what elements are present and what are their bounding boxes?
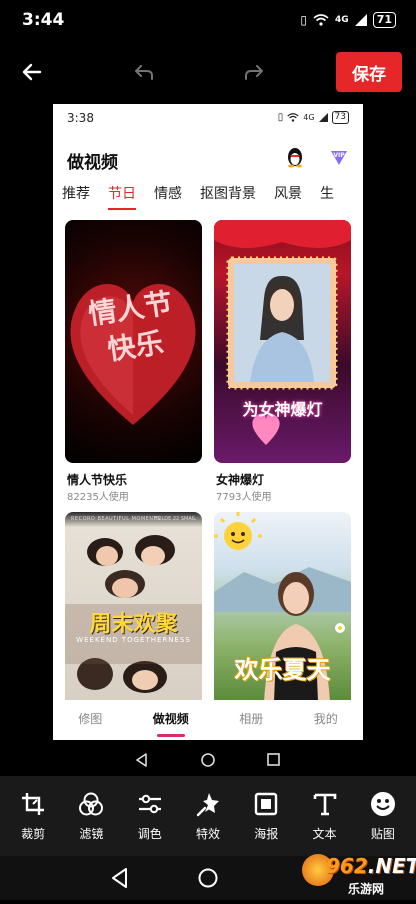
signal-label: 4G (335, 15, 349, 25)
preview-vibrate-icon: ▯ (277, 112, 284, 123)
tool-label: 特效 (195, 826, 220, 841)
photo-frame-artwork (214, 220, 351, 445)
watermark-logo: 962.NET 乐游网 (300, 852, 416, 900)
tool-filter[interactable]: 滤镜 (66, 791, 116, 842)
tab-festival[interactable]: 节日 (99, 184, 145, 212)
watermark-sub: 乐游网 (348, 882, 385, 896)
tab-emotion[interactable]: 情感 (145, 184, 191, 212)
adjust-icon (138, 794, 161, 813)
qq-penguin-icon (284, 146, 306, 168)
preview-nav-icons (136, 753, 280, 767)
tab-recommend[interactable]: 推荐 (53, 184, 99, 212)
vip-icon: VIP (329, 148, 349, 166)
card-art-text: 欢乐夏天 (234, 656, 331, 684)
status-time: 3:44 (22, 10, 65, 30)
tool-label: 裁剪 (21, 826, 46, 841)
poster-icon (255, 792, 278, 815)
template-card-summer[interactable]: 欢乐夏天 (214, 512, 351, 702)
effects-icon (196, 792, 219, 816)
tool-label: 海报 (254, 826, 279, 841)
tool-adjust[interactable]: 调色 (125, 791, 175, 842)
preview-system-nav (0, 746, 416, 774)
tool-label: 调色 (137, 826, 162, 841)
battery-indicator: 71 (372, 12, 396, 28)
vibrate-icon: ▯ (300, 13, 308, 27)
back-arrow-icon[interactable] (14, 54, 50, 90)
signal-icon (354, 14, 367, 26)
card-art-text: 为女神爆灯 (242, 400, 323, 419)
card-art-text: 周末欢聚 (89, 612, 178, 637)
undo-icon[interactable] (126, 54, 162, 90)
tool-text[interactable]: 文本 (300, 791, 350, 842)
status-bar: 3:44 ▯ 4G 71 (0, 0, 416, 40)
template-card-weekend[interactable]: RECORD BEAUTIFUL MOMENTS HOLDE 22 SMAIL … (65, 512, 202, 702)
save-button[interactable]: 保存 (336, 52, 402, 92)
card-usage: 82235人使用 (67, 492, 129, 503)
sticker-icon (370, 791, 395, 816)
tool-label: 贴图 (370, 826, 395, 841)
card-subart-text: WEEKEND TOGETHERNESS (76, 636, 191, 644)
template-card-valentines[interactable]: 情人节 快乐 (65, 220, 202, 463)
vip-label: VIP (333, 152, 345, 159)
text-icon (313, 793, 336, 815)
image-preview: 3:38 ▯ 4G 73 做视频 VIP 推荐 节日 情感 抠图背景 风景 生 … (53, 104, 363, 740)
watermark-brand: 962 (326, 854, 368, 878)
nav-edit-photo[interactable]: 修图 (78, 710, 102, 731)
tool-crop[interactable]: 裁剪 (8, 791, 58, 842)
tool-sticker[interactable]: 贴图 (358, 791, 408, 842)
tab-more[interactable]: 生 (311, 184, 343, 212)
editor-toolbar: 保存 (0, 46, 416, 98)
category-tabs: 推荐 节日 情感 抠图背景 风景 生 (53, 184, 363, 212)
nav-mine[interactable]: 我的 (314, 710, 338, 731)
crop-icon (22, 792, 45, 815)
editing-tools-bar: 裁剪 滤镜 调色 特效 海报 文本 贴图 (0, 776, 416, 856)
preview-wifi-icon (287, 113, 299, 122)
watermark-tld: .NET (367, 854, 416, 878)
preview-status-bar: 3:38 ▯ 4G 73 (53, 104, 363, 132)
tool-label: 文本 (312, 826, 337, 841)
nav-album[interactable]: 相册 (239, 710, 263, 731)
card-title: 女神爆灯 (216, 473, 265, 487)
tool-label: 滤镜 (79, 826, 104, 841)
card-usage: 7793人使用 (216, 492, 272, 503)
template-card-goddess[interactable]: 为女神爆灯 (214, 220, 351, 463)
page-title: 做视频 (67, 153, 118, 173)
preview-signal-label: 4G (303, 113, 315, 122)
preview-signal-icon (318, 113, 328, 122)
wifi-icon (313, 14, 329, 26)
tab-scenery[interactable]: 风景 (265, 184, 311, 212)
filter-icon (79, 792, 104, 815)
tool-poster[interactable]: 海报 (241, 791, 291, 842)
nav-make-video[interactable]: 做视频 (153, 710, 189, 737)
tab-cutout-background[interactable]: 抠图背景 (191, 184, 265, 212)
preview-bottom-nav: 修图 做视频 相册 我的 (53, 700, 363, 740)
redo-icon[interactable] (236, 54, 272, 90)
preview-status-time: 3:38 (67, 111, 94, 125)
tool-effects[interactable]: 特效 (183, 791, 233, 842)
card-title: 情人节快乐 (67, 473, 128, 487)
preview-battery: 73 (331, 111, 349, 124)
